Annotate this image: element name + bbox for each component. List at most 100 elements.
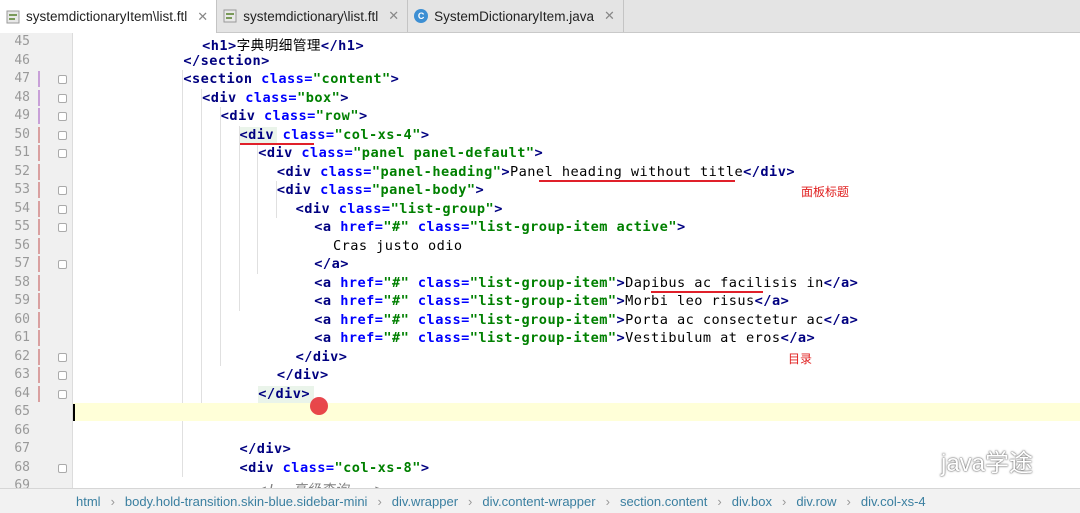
tab-systemdictionary-list[interactable]: systemdictionary\list.ftl ✕: [217, 0, 409, 32]
fold-marker-icon[interactable]: [58, 204, 67, 214]
code-line[interactable]: <section class="content">: [183, 71, 399, 87]
code-token: "#": [383, 311, 418, 328]
code-token: "#": [383, 330, 418, 346]
fold-marker-icon[interactable]: [58, 75, 67, 84]
code-token: "list-group-item": [469, 274, 617, 291]
code-line[interactable]: Cras justo odio: [333, 238, 463, 254]
code-line[interactable]: <a href="#" class="list-group-item activ…: [314, 219, 685, 235]
change-marker: [38, 311, 40, 328]
fold-marker-icon[interactable]: [58, 260, 67, 269]
code-line[interactable]: </div>: [240, 441, 292, 457]
fold-marker-icon[interactable]: [58, 130, 67, 140]
annotation-panel-heading: 面板标题: [801, 185, 850, 199]
code-line[interactable]: <div class="col-xs-4">: [240, 127, 430, 143]
close-icon[interactable]: ✕: [197, 9, 208, 25]
breadcrumb-item[interactable]: html: [76, 494, 101, 509]
close-icon[interactable]: ✕: [604, 8, 615, 24]
tab-label: SystemDictionaryItem.java: [434, 8, 594, 24]
code-line[interactable]: <h1>字典明细管理</h1>: [202, 34, 364, 54]
tab-systemdictionaryitem-java[interactable]: C SystemDictionaryItem.java ✕: [408, 0, 624, 32]
code-token: "#": [383, 274, 418, 291]
code-token: >: [420, 459, 430, 476]
code-line[interactable]: <a href="#" class="list-group-item">Vest…: [314, 330, 815, 346]
breadcrumb-item[interactable]: div.wrapper: [392, 494, 458, 509]
code-token: Morbi leo risus: [625, 293, 755, 309]
annotation-underline: [650, 290, 764, 293]
code-line[interactable]: <a href="#" class="list-group-item">Morb…: [314, 293, 789, 309]
fold-marker-icon[interactable]: [58, 93, 67, 103]
code-line[interactable]: </a>: [314, 256, 349, 272]
line-number: 68: [14, 459, 30, 475]
code-line[interactable]: </div>: [258, 386, 310, 402]
line-number: 52: [14, 163, 30, 179]
line-number: 67: [14, 441, 30, 456]
code-line[interactable]: <div class="list-group">: [296, 201, 503, 217]
line-number: 47: [14, 71, 30, 86]
code-line[interactable]: </section>: [183, 53, 269, 69]
code-token: <div: [276, 182, 321, 198]
line-number: 46: [14, 52, 30, 68]
change-marker: [38, 163, 40, 180]
code-token: class=: [282, 459, 335, 476]
code-token: <div: [239, 459, 283, 476]
indent-guide: [219, 107, 221, 366]
code-token: >: [475, 182, 485, 198]
breadcrumb-item[interactable]: div.col-xs-4: [861, 494, 926, 509]
code-token: "panel-heading": [371, 163, 502, 180]
code-token: "panel-body": [371, 182, 476, 198]
code-token: </a>: [754, 293, 790, 309]
fold-marker-icon[interactable]: [58, 112, 67, 121]
change-marker: [38, 348, 40, 365]
line-number: 48: [14, 89, 30, 105]
code-token: class=: [417, 219, 470, 235]
code-token: </div>: [239, 441, 292, 457]
code-token: </section>: [183, 52, 270, 69]
code-token: class=: [320, 163, 372, 180]
breadcrumb-item[interactable]: div.box: [732, 494, 772, 509]
breadcrumb-separator: ›: [110, 493, 115, 509]
code-token: class=: [261, 71, 313, 87]
code-line[interactable]: <a href="#" class="list-group-item">Dapi…: [314, 275, 858, 291]
breadcrumb-item[interactable]: div.row: [796, 494, 836, 509]
fold-marker-icon[interactable]: [58, 463, 67, 473]
code-editor[interactable]: <h1>字典明细管理</h1> </section> <section class=…: [73, 33, 1080, 488]
code-token: >: [494, 200, 503, 217]
code-line[interactable]: <div class="col-xs-8">: [240, 460, 430, 476]
code-line[interactable]: <div class="box">: [202, 90, 349, 106]
code-line[interactable]: </div>: [296, 349, 348, 365]
line-number: 56: [14, 237, 30, 253]
code-token: <div: [276, 163, 321, 180]
tab-systemdictionaryitem-list[interactable]: systemdictionaryItem\list.ftl ✕: [0, 0, 218, 33]
code-token: >: [616, 293, 626, 309]
code-token: Dapibus ac facilisis in: [625, 274, 824, 291]
line-number: 50: [14, 126, 30, 142]
code-line[interactable]: </div>: [277, 367, 329, 383]
change-marker: [38, 89, 40, 106]
code-line[interactable]: <div class="panel-body">: [277, 182, 484, 198]
breadcrumb-item[interactable]: section.content: [620, 494, 707, 509]
code-token: >: [358, 108, 368, 124]
change-marker: [38, 385, 40, 402]
code-token: >: [390, 71, 400, 87]
fold-marker-icon[interactable]: [58, 371, 67, 380]
close-icon[interactable]: ✕: [388, 8, 399, 24]
indent-guide: [238, 125, 240, 311]
code-line[interactable]: <a href="#" class="list-group-item">Port…: [314, 312, 858, 328]
code-line[interactable]: <!--高级查询--->: [258, 478, 383, 488]
breadcrumb-item[interactable]: body.hold-transition.skin-blue.sidebar-m…: [125, 494, 368, 509]
line-number: 45: [14, 34, 30, 49]
change-marker: [38, 367, 40, 383]
code-line[interactable]: <div class="panel-heading">Panel heading…: [277, 164, 795, 180]
code-line[interactable]: <div class="panel panel-default">: [258, 145, 543, 161]
code-line[interactable]: <div class="row">: [221, 108, 368, 124]
code-token: class=: [301, 145, 354, 161]
fold-marker-icon[interactable]: [58, 186, 67, 195]
code-token: class=: [320, 182, 372, 198]
breadcrumb-item[interactable]: div.content-wrapper: [482, 494, 595, 509]
fold-marker-icon[interactable]: [58, 149, 67, 158]
change-marker: [38, 274, 40, 291]
fold-marker-icon[interactable]: [58, 223, 67, 232]
code-token: <a: [314, 311, 341, 328]
fold-marker-icon[interactable]: [58, 389, 67, 399]
fold-marker-icon[interactable]: [58, 352, 67, 362]
